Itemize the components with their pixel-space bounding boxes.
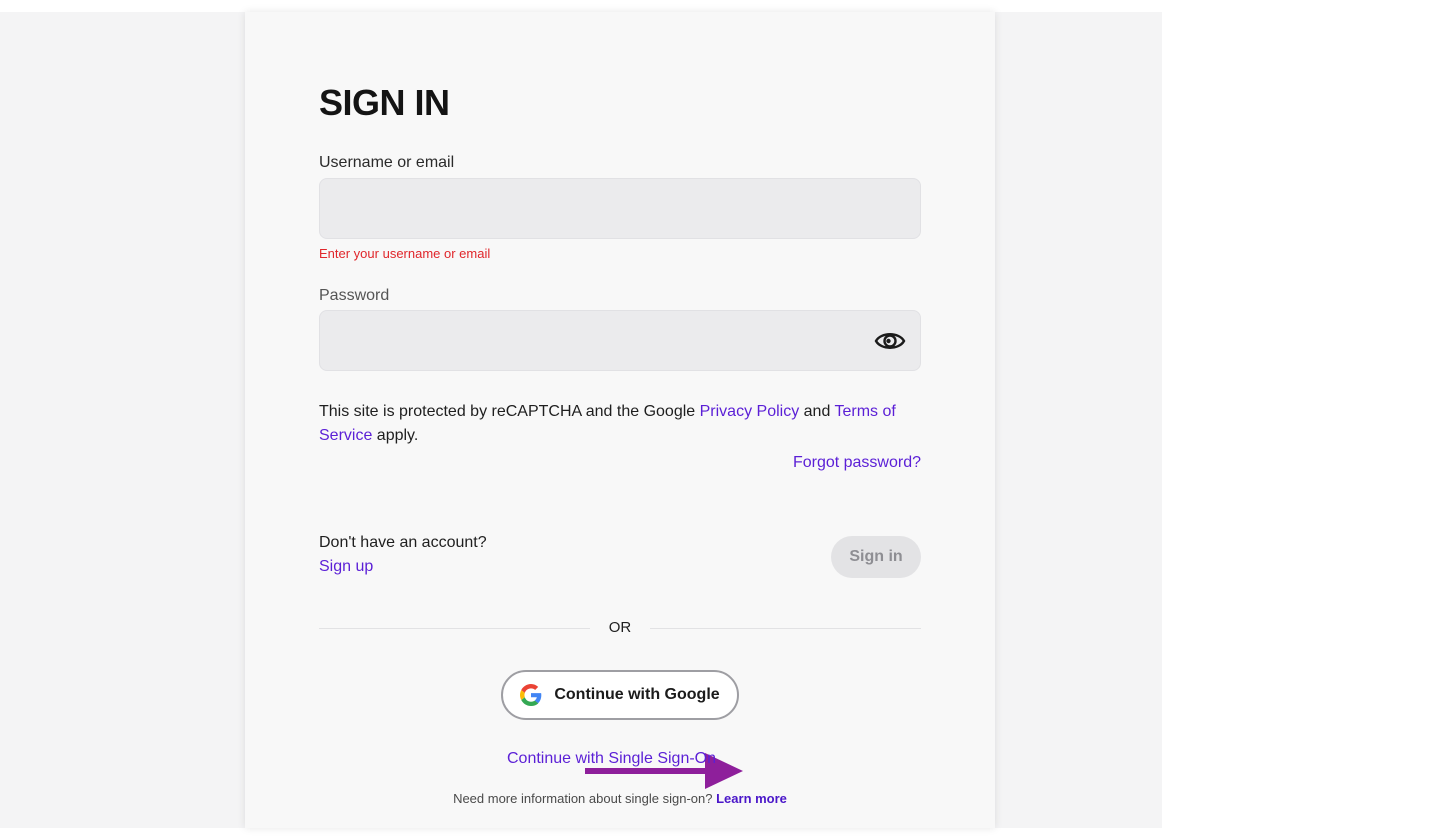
signup-prompt: Don't have an account?: [319, 534, 487, 551]
eye-icon[interactable]: [874, 327, 906, 355]
username-input[interactable]: [320, 179, 920, 238]
signup-link[interactable]: Sign up: [319, 558, 373, 576]
privacy-policy-link[interactable]: Privacy Policy: [700, 403, 800, 420]
signin-button[interactable]: Sign in: [831, 536, 921, 578]
legal-suffix: apply.: [372, 427, 419, 444]
password-label: Password: [319, 287, 390, 304]
google-icon: [520, 684, 542, 706]
signin-card: SIGN IN Username or email Enter your use…: [245, 12, 995, 828]
continue-with-google-button[interactable]: Continue with Google: [501, 670, 739, 720]
continue-with-sso-link[interactable]: Continue with Single Sign-On: [507, 750, 716, 768]
page-title: SIGN IN: [319, 82, 450, 123]
legal-middle: and: [799, 403, 835, 420]
legal-prefix: This site is protected by reCAPTCHA and …: [319, 403, 700, 420]
top-strip: [0, 0, 1436, 12]
recaptcha-notice: This site is protected by reCAPTCHA and …: [319, 400, 923, 448]
username-field-wrapper: [319, 178, 921, 239]
username-error: Enter your username or email: [319, 246, 491, 261]
sso-help-text: Need more information about single sign-…: [245, 791, 995, 806]
password-input[interactable]: [320, 311, 920, 370]
username-label: Username or email: [319, 154, 455, 171]
divider-or-text: OR: [590, 619, 650, 636]
google-button-label: Continue with Google: [554, 686, 720, 703]
forgot-password-link[interactable]: Forgot password?: [793, 454, 921, 472]
learn-more-link[interactable]: Learn more: [716, 791, 787, 806]
password-field-wrapper: [319, 310, 921, 371]
sso-help-prefix: Need more information about single sign-…: [453, 791, 717, 806]
